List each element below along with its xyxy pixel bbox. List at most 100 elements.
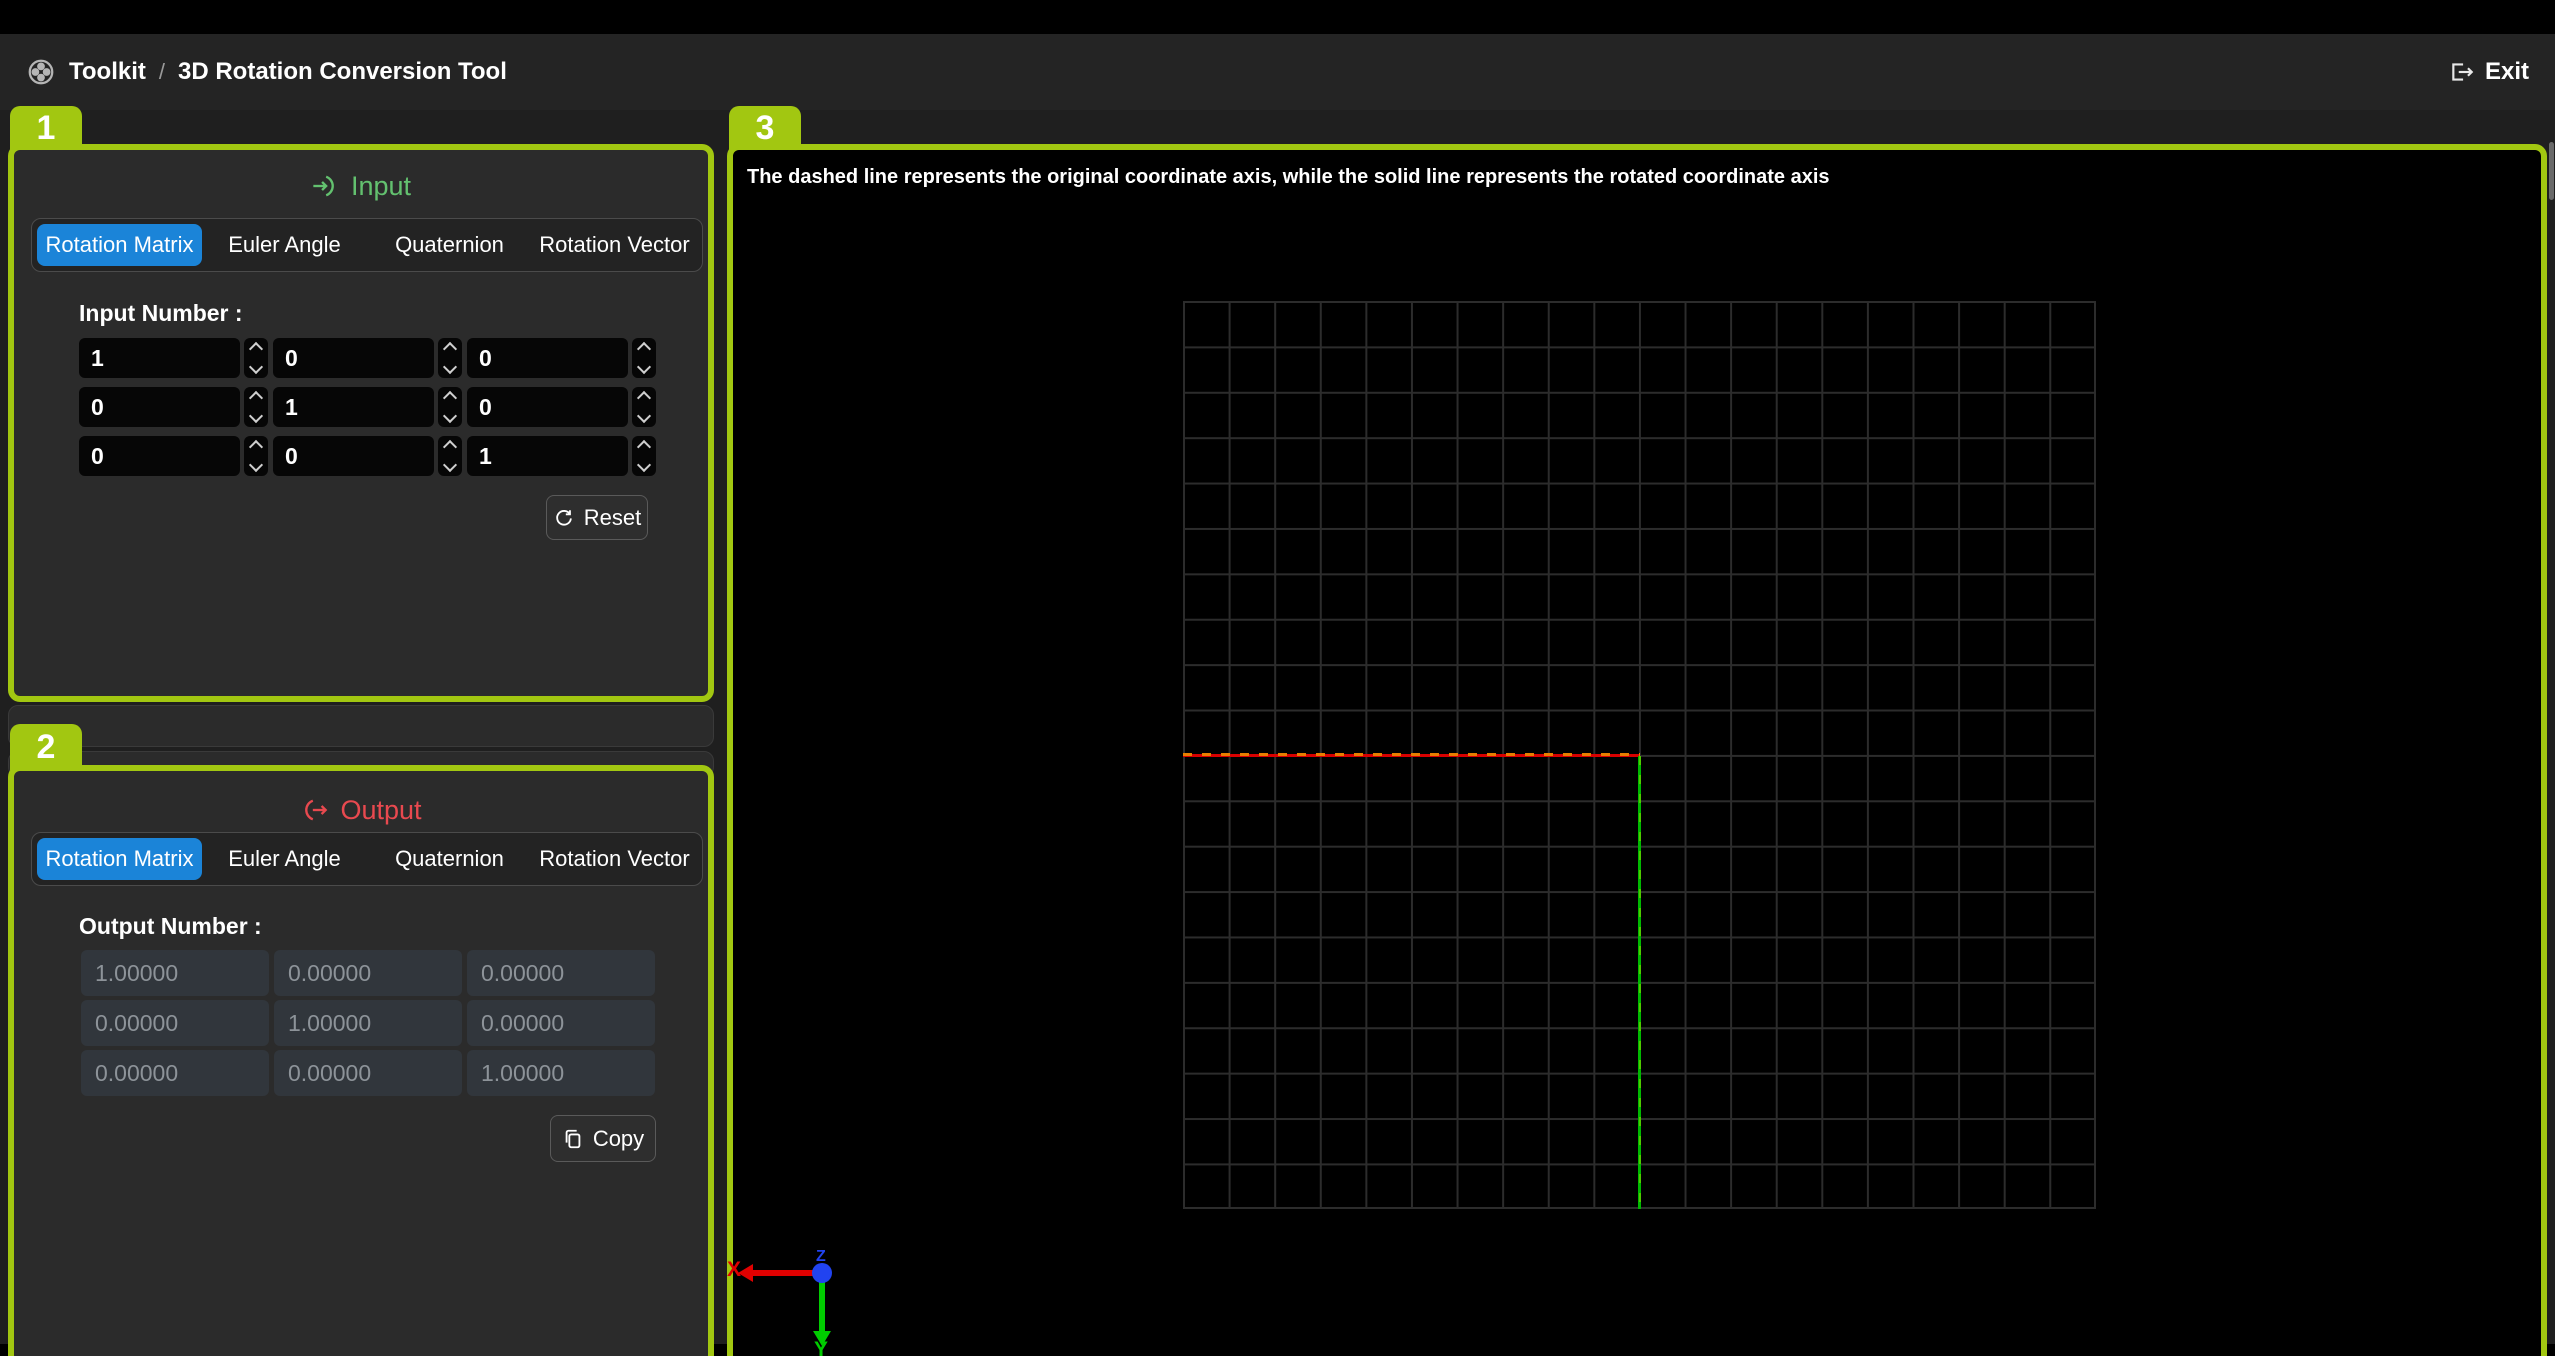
step-up-icon[interactable] xyxy=(443,342,457,356)
matrix-output-0-1: 0.00000 xyxy=(274,950,462,996)
reset-button[interactable]: Reset xyxy=(546,495,648,540)
matrix-input-1-1[interactable] xyxy=(273,387,434,427)
stepper-0-0 xyxy=(244,338,268,378)
exit-label: Exit xyxy=(2485,58,2529,86)
output-tab-rotation-vector[interactable]: Rotation Vector xyxy=(532,838,697,880)
matrix-input-0-0[interactable] xyxy=(79,338,240,378)
viewport-note: The dashed line represents the original … xyxy=(747,166,1830,189)
output-panel-title: Output xyxy=(340,795,421,826)
input-matrix xyxy=(79,338,661,485)
matrix-input-0-1[interactable] xyxy=(273,338,434,378)
input-number-label: Input Number : xyxy=(79,300,243,327)
stepper-0-2 xyxy=(632,338,656,378)
logout-icon xyxy=(2449,59,2475,85)
original-y-axis-dashed-line xyxy=(1639,756,1641,1209)
app-background: Toolkit / 3D Rotation Conversion Tool Ex… xyxy=(0,34,2555,1344)
z-axis-dot xyxy=(812,1263,832,1283)
stepper-1-1 xyxy=(438,387,462,427)
output-matrix-row: 0.00000 0.00000 1.00000 xyxy=(81,1050,660,1096)
copy-label: Copy xyxy=(593,1126,644,1152)
page-title: 3D Rotation Conversion Tool xyxy=(178,58,507,86)
x-axis-arrow xyxy=(752,1270,814,1276)
copy-button[interactable]: Copy xyxy=(550,1115,656,1162)
input-tab-rotation-vector[interactable]: Rotation Vector xyxy=(532,224,697,266)
input-tab-rotation-matrix[interactable]: Rotation Matrix xyxy=(37,224,202,266)
input-tab-quaternion[interactable]: Quaternion xyxy=(367,224,532,266)
output-matrix-row: 1.00000 0.00000 0.00000 xyxy=(81,950,660,996)
arrow-into-icon xyxy=(311,172,339,200)
copy-icon xyxy=(562,1128,584,1150)
breadcrumb-separator: / xyxy=(159,59,165,85)
matrix-input-1-0[interactable] xyxy=(79,387,240,427)
step-down-icon[interactable] xyxy=(443,360,457,374)
stepper-1-2 xyxy=(632,387,656,427)
step-up-icon[interactable] xyxy=(249,342,263,356)
matrix-input-0-2[interactable] xyxy=(467,338,628,378)
step-down-icon[interactable] xyxy=(637,360,651,374)
step-up-icon[interactable] xyxy=(637,440,651,454)
output-tabbar: Rotation Matrix Euler Angle Quaternion R… xyxy=(31,832,703,886)
output-tab-rotation-matrix[interactable]: Rotation Matrix xyxy=(37,838,202,880)
top-bar: Toolkit / 3D Rotation Conversion Tool Ex… xyxy=(0,34,2555,110)
x-axis-label: X xyxy=(727,1258,741,1282)
step-down-icon[interactable] xyxy=(249,409,263,423)
step-up-icon[interactable] xyxy=(637,391,651,405)
output-panel-header: Output xyxy=(14,790,708,830)
output-matrix-row: 0.00000 1.00000 0.00000 xyxy=(81,1000,660,1046)
screen: Toolkit / 3D Rotation Conversion Tool Ex… xyxy=(0,0,2555,1356)
breadcrumb: Toolkit / 3D Rotation Conversion Tool xyxy=(26,57,507,87)
step-down-icon[interactable] xyxy=(637,458,651,472)
input-matrix-row xyxy=(79,387,661,427)
output-number-label: Output Number : xyxy=(79,913,262,940)
step-down-icon[interactable] xyxy=(249,458,263,472)
input-matrix-row xyxy=(79,338,661,378)
matrix-input-2-0[interactable] xyxy=(79,436,240,476)
step-down-icon[interactable] xyxy=(249,360,263,374)
stepper-0-1 xyxy=(438,338,462,378)
input-panel-header: Input xyxy=(14,166,708,206)
arrow-out-icon xyxy=(300,796,328,824)
step-up-icon[interactable] xyxy=(637,342,651,356)
matrix-output-1-1: 1.00000 xyxy=(274,1000,462,1046)
input-tab-euler-angle[interactable]: Euler Angle xyxy=(202,224,367,266)
step-down-icon[interactable] xyxy=(637,409,651,423)
reset-label: Reset xyxy=(584,505,641,531)
matrix-output-0-0: 1.00000 xyxy=(81,950,269,996)
step-down-icon[interactable] xyxy=(443,458,457,472)
step-up-icon[interactable] xyxy=(249,391,263,405)
matrix-output-1-0: 0.00000 xyxy=(81,1000,269,1046)
viewport-panel: The dashed line represents the original … xyxy=(727,144,2547,1356)
toolkit-reel-icon xyxy=(26,57,56,87)
matrix-output-2-2: 1.00000 xyxy=(467,1050,655,1096)
panel-badge-2: 2 xyxy=(10,724,82,770)
output-tab-euler-angle[interactable]: Euler Angle xyxy=(202,838,367,880)
output-panel: Output Rotation Matrix Euler Angle Quate… xyxy=(8,765,714,1356)
matrix-output-2-0: 0.00000 xyxy=(81,1050,269,1096)
breadcrumb-brand[interactable]: Toolkit xyxy=(69,58,146,86)
input-tabbar: Rotation Matrix Euler Angle Quaternion R… xyxy=(31,218,703,272)
output-matrix: 1.00000 0.00000 0.00000 0.00000 1.00000 … xyxy=(81,950,660,1100)
refresh-icon xyxy=(553,507,575,529)
original-x-axis-dashed-line xyxy=(1183,753,1640,756)
stepper-2-1 xyxy=(438,436,462,476)
y-axis-label: Y xyxy=(814,1338,828,1356)
collapsed-section xyxy=(8,705,714,747)
matrix-input-2-1[interactable] xyxy=(273,436,434,476)
step-down-icon[interactable] xyxy=(443,409,457,423)
exit-button[interactable]: Exit xyxy=(2449,58,2529,86)
step-up-icon[interactable] xyxy=(443,391,457,405)
matrix-input-1-2[interactable] xyxy=(467,387,628,427)
matrix-input-2-2[interactable] xyxy=(467,436,628,476)
scrollbar-thumb[interactable] xyxy=(2549,142,2554,200)
output-tab-quaternion[interactable]: Quaternion xyxy=(367,838,532,880)
panel-badge-3: 3 xyxy=(729,106,801,150)
stepper-2-0 xyxy=(244,436,268,476)
step-up-icon[interactable] xyxy=(443,440,457,454)
step-up-icon[interactable] xyxy=(249,440,263,454)
input-matrix-row xyxy=(79,436,661,476)
panel-badge-1: 1 xyxy=(10,106,82,150)
input-panel: Input Rotation Matrix Euler Angle Quater… xyxy=(8,144,714,702)
stepper-1-0 xyxy=(244,387,268,427)
matrix-output-0-2: 0.00000 xyxy=(467,950,655,996)
matrix-output-2-1: 0.00000 xyxy=(274,1050,462,1096)
